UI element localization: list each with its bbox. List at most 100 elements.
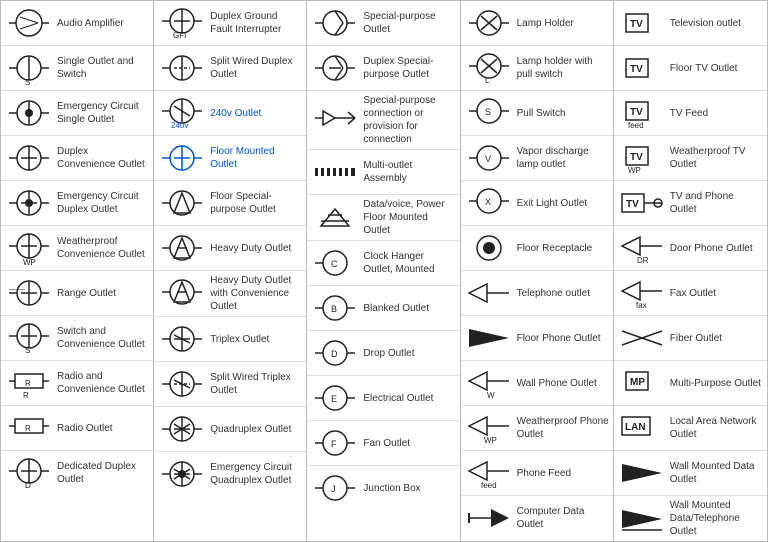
symbol-heavy-duty-outlet [158,229,206,267]
row-radio-convenience: RR Radio and Convenience Outlet [1,361,153,406]
label-junction-box: Junction Box [359,482,420,495]
svg-text:——: —— [9,285,25,294]
row-fax-outlet: fax Fax Outlet [614,271,767,316]
symbol-floor-phone [465,319,513,357]
svg-text:fax: fax [636,301,647,310]
symbol-triplex-outlet [158,320,206,358]
row-pull-switch: S Pull Switch [461,91,613,136]
symbol-data-voice-floor [311,199,359,237]
row-quadruplex-outlet: Quadruplex Outlet [154,407,306,452]
label-240v-outlet: 240v Outlet [206,107,261,120]
row-240v-outlet: 240v 240v Outlet [154,91,306,136]
row-electrical-outlet: E Electrical Outlet [307,376,459,421]
row-triplex-outlet: Triplex Outlet [154,317,306,362]
label-weatherproof-phone: Weatherproof Phone Outlet [513,415,609,441]
label-radio-convenience: Radio and Convenience Outlet [53,370,149,396]
label-drop-outlet: Drop Outlet [359,347,414,360]
label-special-purpose: Special-purpose Outlet [359,10,455,36]
row-lan-outlet: LAN Local Area Network Outlet [614,406,767,451]
svg-text:MP: MP [630,377,645,388]
row-multi-outlet-assembly: Multi-outlet Assembly [307,150,459,195]
symbol-tv-phone: TV [618,184,666,222]
svg-text:E: E [331,394,337,404]
label-range-outlet: Range Outlet [53,287,116,300]
svg-text:F: F [331,439,337,449]
label-weatherproof-convenience: Weatherproof Convenience Outlet [53,235,149,261]
row-lamp-holder: Lamp Holder [461,1,613,46]
row-exit-light: X Exit Light Outlet [461,181,613,226]
label-data-voice-floor: Data/voice, Power Floor Mounted Outlet [359,198,455,237]
svg-text:S: S [485,107,491,117]
symbol-split-wired-triplex [158,365,206,403]
symbol-emergency-quadruplex [158,455,206,493]
label-radio-outlet: Radio Outlet [53,422,113,435]
label-fax-outlet: Fax Outlet [666,287,716,300]
svg-text:feed: feed [628,121,644,130]
row-split-wired-triplex: Split Wired Triplex Outlet [154,362,306,407]
label-split-wired-triplex: Split Wired Triplex Outlet [206,371,302,397]
label-heavy-duty-outlet: Heavy Duty Outlet [206,242,291,255]
symbol-vapor-discharge: V [465,139,513,177]
row-floor-tv: TV Floor TV Outlet [614,46,767,91]
label-quadruplex-outlet: Quadruplex Outlet [206,423,291,436]
symbol-multi-outlet-assembly [311,153,359,191]
row-special-purpose-connection: Special-purpose connection or provision … [307,91,459,150]
svg-text:D: D [331,349,338,359]
symbol-floor-mounted-outlet [158,139,206,177]
label-tv-phone: TV and Phone Outlet [666,190,763,216]
label-heavy-duty-convenience: Heavy Duty Outlet with Convenience Outle… [206,274,302,313]
row-split-wired-duplex: Split Wired Duplex Outlet [154,46,306,91]
symbol-wall-data [618,454,666,492]
svg-text:WP: WP [484,436,497,445]
row-weatherproof-phone: WP Weatherproof Phone Outlet [461,406,613,451]
svg-text:LAN: LAN [625,422,646,433]
symbol-multi-purpose: MP [618,364,666,402]
symbol-duplex-ground-fault: GFI [158,4,206,42]
svg-text:D: D [25,481,31,490]
row-emergency-circuit-duplex: Emergency Circuit Duplex Outlet [1,181,153,226]
label-floor-tv: Floor TV Outlet [666,62,738,75]
row-door-phone: DR Door Phone Outlet [614,226,767,271]
label-special-purpose-connection: Special-purpose connection or provision … [359,94,455,146]
symbol-dedicated-duplex: D [5,454,53,492]
label-wall-phone: Wall Phone Outlet [513,377,597,390]
symbol-blanked-outlet: B [311,289,359,327]
row-telephone-outlet: Telephone outlet [461,271,613,316]
column-2: GFI Duplex Ground Fault Interrupter Spli… [154,1,307,541]
row-clock-hanger: C Clock Hanger Outlet, Mounted [307,241,459,286]
label-switch-convenience: Switch and Convenience Outlet [53,325,149,351]
row-blanked-outlet: B Blanked Outlet [307,286,459,331]
symbol-drop-outlet: D [311,334,359,372]
symbol-radio-convenience: RR [5,364,53,402]
symbol-range-outlet: —— [5,274,53,312]
label-floor-receptacle: Floor Receptacle [513,242,593,255]
symbol-exit-light: X [465,184,513,222]
symbol-wall-phone: W [465,364,513,402]
label-duplex-ground-fault: Duplex Ground Fault Interrupter [206,10,302,36]
label-triplex-outlet: Triplex Outlet [206,333,269,346]
svg-text:S: S [25,346,30,355]
svg-text:C: C [331,259,338,269]
label-tv-feed: TV Feed [666,107,708,120]
symbol-computer-data [465,499,513,537]
row-weatherproof-tv: TVWP Weatherproof TV Outlet [614,136,767,181]
svg-text:TV: TV [630,64,643,75]
label-single-outlet-switch: Single Outlet and Switch [53,55,149,81]
symbol-weatherproof-phone: WP [465,409,513,447]
svg-text:240v: 240v [171,121,188,130]
svg-text:TV: TV [630,152,643,163]
row-floor-phone: Floor Phone Outlet [461,316,613,361]
symbol-grid: Audio Amplifier S Single Outlet and Swit… [0,0,768,542]
symbol-duplex-convenience [5,139,53,177]
row-multi-purpose: MP Multi-Purpose Outlet [614,361,767,406]
svg-text:R: R [25,379,31,388]
row-special-purpose: Special-purpose Outlet [307,1,459,46]
svg-text:TV: TV [630,107,643,118]
row-wall-data: Wall Mounted Data Outlet [614,451,767,496]
symbol-lamp-holder [465,4,513,42]
row-computer-data: Computer Data Outlet [461,496,613,540]
svg-text:feed: feed [481,481,497,490]
row-emergency-circuit-single: Emergency Circuit Single Outlet [1,91,153,136]
label-floor-special-purpose: Floor Special-purpose Outlet [206,190,302,216]
label-phone-feed: Phone Feed [513,467,572,480]
